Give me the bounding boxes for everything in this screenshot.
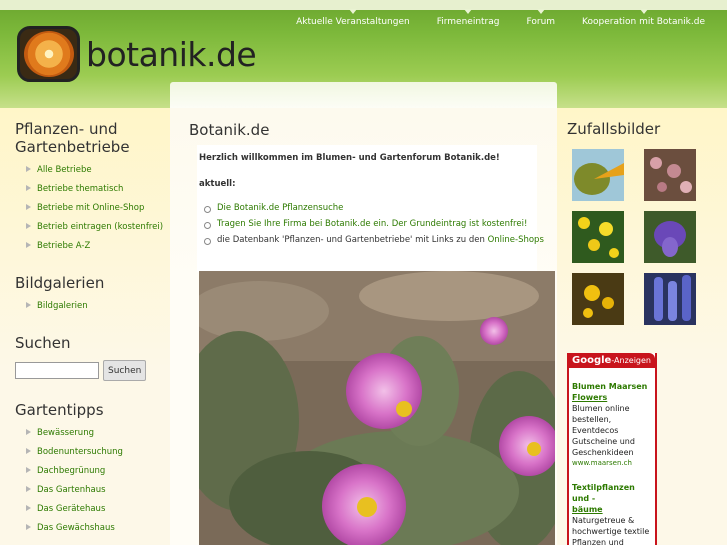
sidebar-item-betriebe-online-shop[interactable]: Betriebe mit Online-Shop <box>15 202 170 214</box>
news-link-online-shops[interactable]: Online-Shops <box>488 235 544 245</box>
sidebar-item-gewaechshaus[interactable]: Das Gewächshaus <box>15 522 170 534</box>
header-top-strip <box>0 0 727 10</box>
site-logo[interactable]: botanik.de <box>17 26 257 82</box>
right-sidebar: Zufallsbilder Google-Anzeigen Blumen Maa… <box>557 108 727 545</box>
news-link-pflanzensuche[interactable]: Die Botanik.de Pflanzensuche <box>217 203 343 213</box>
featured-flower-photo <box>199 271 555 545</box>
ad-description: Blumen online bestellen, Eventdecos Guts… <box>572 404 635 457</box>
ad-title[interactable]: Textilpflanzen und - <box>572 482 652 504</box>
left-sidebar: Pflanzen- und Gartenbetriebe Alle Betrie… <box>0 108 170 545</box>
gartentipps-list: Bewässerung Bodenuntersuchung Dachbegrün… <box>15 427 170 534</box>
top-navigation: Aktuelle Veranstaltungen Firmeneintrag F… <box>296 9 705 27</box>
sidebar-item-bewaesserung[interactable]: Bewässerung <box>15 427 170 439</box>
sidebar-item-betriebe-thematisch[interactable]: Betriebe thematisch <box>15 183 170 195</box>
sidebar-item-dachbegruenung[interactable]: Dachbegrünung <box>15 465 170 477</box>
aktuell-label: aktuell: <box>199 179 236 189</box>
flower-logo-icon <box>17 26 80 82</box>
news-list: Die Botanik.de Pflanzensuche Tragen Sie … <box>199 203 544 246</box>
random-image-5[interactable] <box>572 273 624 325</box>
ad-url[interactable]: www.maarsen.ch <box>572 458 652 469</box>
google-brand: Google <box>572 355 612 366</box>
nav-kooperation[interactable]: Kooperation mit Botanik.de <box>582 9 705 27</box>
sidebar-item-bildgalerien[interactable]: Bildgalerien <box>15 300 170 312</box>
random-image-3[interactable] <box>572 211 624 263</box>
sidebar-title-betriebe: Pflanzen- und Gartenbetriebe <box>15 120 130 156</box>
zufallsbilder-title: Zufallsbilder <box>567 120 661 138</box>
ad-title[interactable]: Blumen Maarsen <box>572 381 652 392</box>
welcome-text: Herzlich willkommen im Blumen- und Garte… <box>199 153 500 163</box>
search-button[interactable]: Suchen <box>103 360 147 381</box>
nav-aktuelle-veranstaltungen[interactable]: Aktuelle Veranstaltungen <box>296 9 410 27</box>
ad-title-link[interactable]: bäume <box>572 504 652 515</box>
sidebar-item-bodenuntersuchung[interactable]: Bodenuntersuchung <box>15 446 170 458</box>
sidebar-item-betrieb-eintragen[interactable]: Betrieb eintragen (kostenfrei) <box>15 221 170 233</box>
random-image-4[interactable] <box>644 211 696 263</box>
sidebar-item-betriebe-a-z[interactable]: Betriebe A-Z <box>15 240 170 252</box>
sidebar-item-geraetehaus[interactable]: Das Gerätehaus <box>15 503 170 515</box>
ads-header: Google-Anzeigen <box>569 353 655 368</box>
betriebe-list: Alle Betriebe Betriebe thematisch Betrie… <box>15 164 170 252</box>
ads-label: -Anzeigen <box>611 356 651 365</box>
nav-forum[interactable]: Forum <box>527 9 555 27</box>
search-input[interactable] <box>15 362 99 379</box>
random-image-2[interactable] <box>644 149 696 201</box>
content-tab <box>170 82 557 108</box>
news-item: Die Botanik.de Pflanzensuche <box>199 203 535 214</box>
random-image-1[interactable] <box>572 149 624 201</box>
sidebar-item-gartenhaus[interactable]: Das Gartenhaus <box>15 484 170 496</box>
news-link-firma-eintragen[interactable]: Tragen Sie Ihre Firma bei Botanik.de ein… <box>217 219 527 229</box>
news-item: die Datenbank 'Pflanzen- und Gartenbetri… <box>199 235 544 246</box>
welcome-box: Herzlich willkommen im Blumen- und Garte… <box>197 145 544 272</box>
ad-title-link[interactable]: Flowers <box>572 392 652 403</box>
news-text: die Datenbank 'Pflanzen- und Gartenbetri… <box>217 235 488 245</box>
nav-firmeneintrag[interactable]: Firmeneintrag <box>437 9 500 27</box>
main-content: Botanik.de Herzlich willkommen im Blumen… <box>170 108 557 545</box>
sidebar-title-gartentipps: Gartentipps <box>15 401 104 419</box>
random-image-6[interactable] <box>644 273 696 325</box>
news-item: Tragen Sie Ihre Firma bei Botanik.de ein… <box>199 219 535 230</box>
logo-text: botanik.de <box>86 34 257 74</box>
page-title: Botanik.de <box>189 121 270 139</box>
ad-description: Naturgetreue & hochwertige textile Pflan… <box>572 516 650 545</box>
search-form: Suchen <box>15 360 170 381</box>
ad-item[interactable]: Textilpflanzen und - bäume Naturgetreue … <box>569 479 655 545</box>
sidebar-title-suchen: Suchen <box>15 334 71 352</box>
sidebar-item-alle-betriebe[interactable]: Alle Betriebe <box>15 164 170 176</box>
bildgalerien-list: Bildgalerien <box>15 300 170 312</box>
ad-item[interactable]: Blumen Maarsen Flowers Blumen online bes… <box>569 378 655 469</box>
sidebar-title-bildgalerien: Bildgalerien <box>15 274 105 292</box>
google-ads-box: Google-Anzeigen Blumen Maarsen Flowers B… <box>567 353 657 545</box>
